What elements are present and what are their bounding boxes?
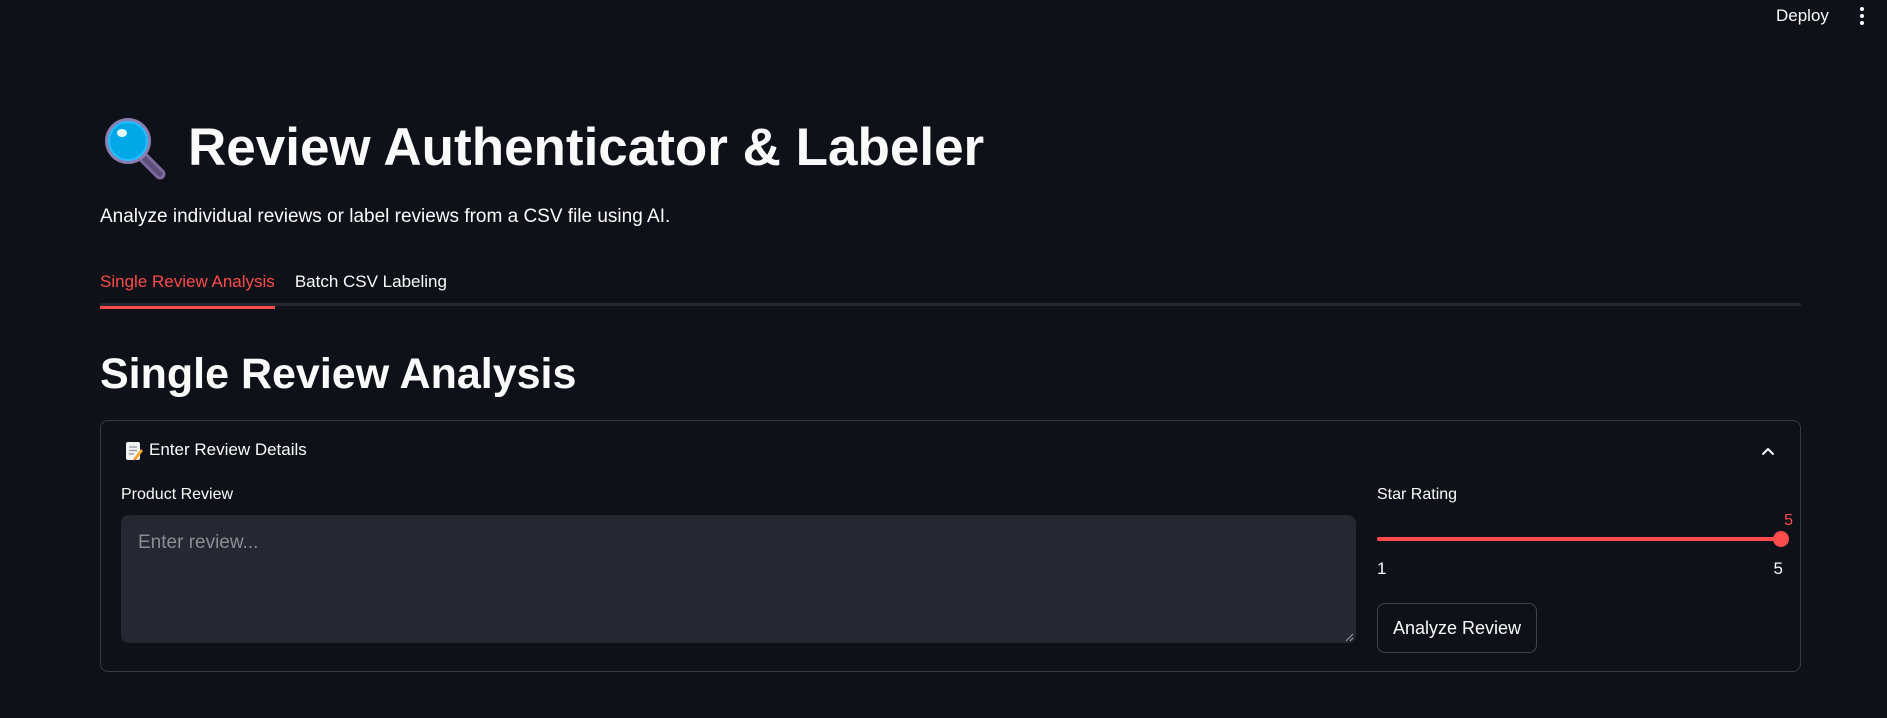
page-title: Review Authenticator & Labeler [188, 118, 985, 177]
page-header: Review Authenticator & Labeler [100, 112, 984, 184]
memo-icon [125, 441, 143, 461]
slider-fill [1377, 537, 1781, 541]
vertical-dots-icon-dot [1860, 21, 1864, 25]
product-review-textarea[interactable] [121, 515, 1356, 643]
slider-max-label: 5 [1773, 559, 1783, 578]
slider-thumb[interactable] [1773, 531, 1789, 547]
slider-current-value: 5 [1784, 512, 1793, 529]
product-review-label: Product Review [121, 486, 234, 503]
star-rating-label: Star Rating [1377, 486, 1458, 503]
magnifying-glass-icon [100, 114, 170, 182]
deploy-button[interactable]: Deploy [1768, 4, 1837, 28]
page-subtitle: Analyze individual reviews or label revi… [100, 206, 671, 227]
analyze-review-button[interactable]: Analyze Review [1377, 603, 1537, 653]
slider-min-label: 1 [1377, 559, 1387, 578]
top-toolbar: Deploy [0, 0, 1887, 32]
main-menu-button[interactable] [1850, 4, 1874, 28]
expander-header[interactable]: Enter Review Details [101, 421, 1800, 479]
expander-label: Enter Review Details [149, 440, 307, 459]
vertical-dots-icon [1860, 7, 1864, 11]
section-heading: Single Review Analysis [100, 350, 577, 398]
review-details-expander: Enter Review Details Product Review Star… [100, 420, 1801, 672]
tab-batch-csv-labeling[interactable]: Batch CSV Labeling [295, 262, 447, 306]
tab-single-review-analysis[interactable]: Single Review Analysis [100, 262, 275, 309]
star-rating-slider[interactable] [1377, 531, 1789, 547]
resize-grip-icon[interactable] [1344, 629, 1354, 642]
tab-bar: Single Review Analysis Batch CSV Labelin… [100, 262, 1801, 309]
vertical-dots-icon-dot [1860, 14, 1864, 18]
chevron-up-icon[interactable] [1758, 441, 1778, 461]
